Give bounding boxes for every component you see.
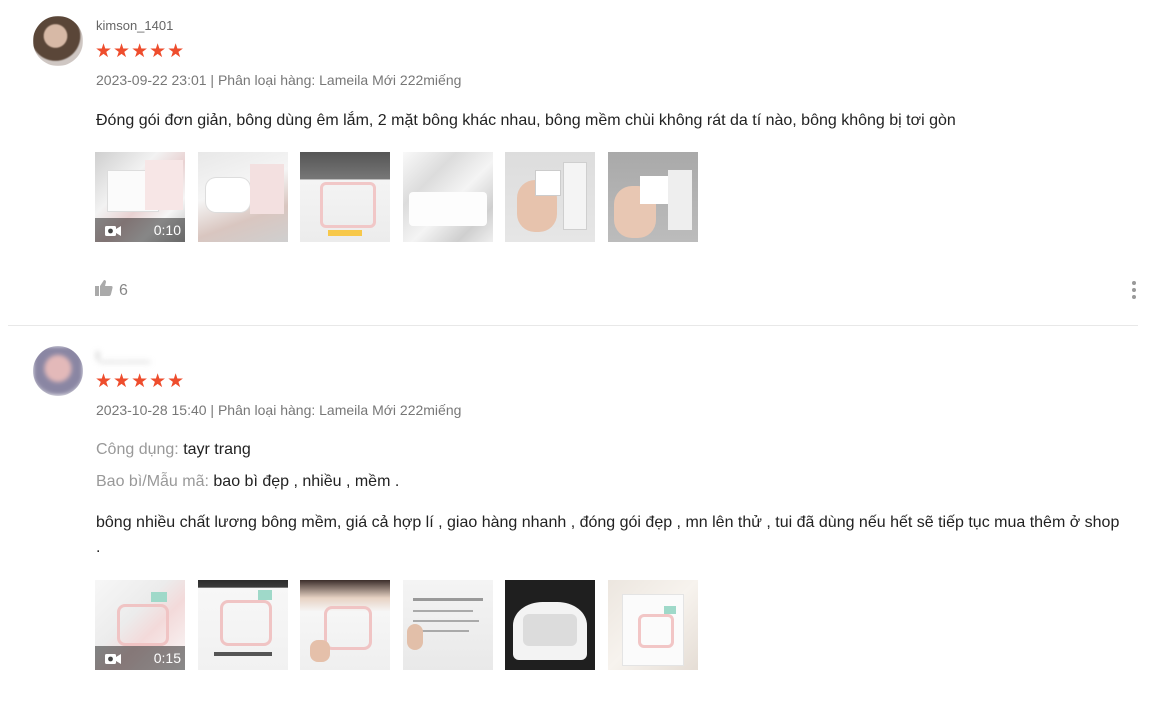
review-photo[interactable] (300, 580, 390, 670)
review-photo[interactable] (403, 152, 493, 242)
attribute-value: tayr trang (183, 441, 251, 458)
review-meta: 2023-09-22 23:01 | Phân loại hàng: Lamei… (96, 72, 462, 88)
review-item: t_______ ★★★★★ 2023-10-28 15:40 | Phân l… (0, 326, 1158, 704)
attribute-label: Bao bì/Mẫu mã: (96, 473, 209, 490)
review-media: 0:15 (95, 580, 705, 670)
review-video-thumbnail[interactable]: 0:15 (95, 580, 185, 670)
review-photo[interactable] (198, 580, 288, 670)
video-overlay: 0:10 (95, 218, 185, 242)
review-photo[interactable] (608, 580, 698, 670)
reviewer-name[interactable]: t_______ (96, 348, 150, 363)
rating-stars: ★★★★★ (95, 371, 186, 392)
review-attribute: Công dụng: tayr trang (96, 438, 251, 462)
review-video-thumbnail[interactable]: 0:10 (95, 152, 185, 242)
more-options-button[interactable] (1132, 281, 1138, 302)
review-media: 0:10 (95, 152, 705, 242)
avatar[interactable] (33, 16, 83, 66)
attribute-label: Công dụng: (96, 441, 179, 458)
reviewer-name[interactable]: kimson_1401 (96, 18, 173, 33)
review-photo[interactable] (505, 152, 595, 242)
video-camera-icon (105, 652, 121, 664)
review-photo[interactable] (403, 580, 493, 670)
video-duration: 0:15 (153, 650, 181, 666)
review-text: bông nhiều chất lương bông mềm, giá cả h… (96, 514, 1120, 556)
review-meta: 2023-10-28 15:40 | Phân loại hàng: Lamei… (96, 402, 462, 418)
more-vertical-icon (1132, 281, 1136, 285)
avatar[interactable] (33, 346, 83, 396)
attribute-value: bao bì đẹp , nhiều , mềm . (213, 473, 400, 490)
review-photo[interactable] (505, 580, 595, 670)
review-photo[interactable] (300, 152, 390, 242)
review-text: Đóng gói đơn giản, bông dùng êm lắm, 2 m… (96, 112, 956, 129)
video-duration: 0:10 (153, 222, 181, 238)
like-count: 6 (119, 281, 128, 299)
thumbs-up-icon (95, 280, 113, 301)
rating-stars: ★★★★★ (95, 41, 186, 62)
review-attribute: Bao bì/Mẫu mã: bao bì đẹp , nhiều , mềm … (96, 470, 399, 494)
review-item: kimson_1401 ★★★★★ 2023-09-22 23:01 | Phâ… (0, 0, 1158, 326)
video-camera-icon (105, 224, 121, 236)
review-photo[interactable] (608, 152, 698, 242)
review-photo[interactable] (198, 152, 288, 242)
like-button[interactable]: 6 (95, 280, 128, 301)
video-overlay: 0:15 (95, 646, 185, 670)
